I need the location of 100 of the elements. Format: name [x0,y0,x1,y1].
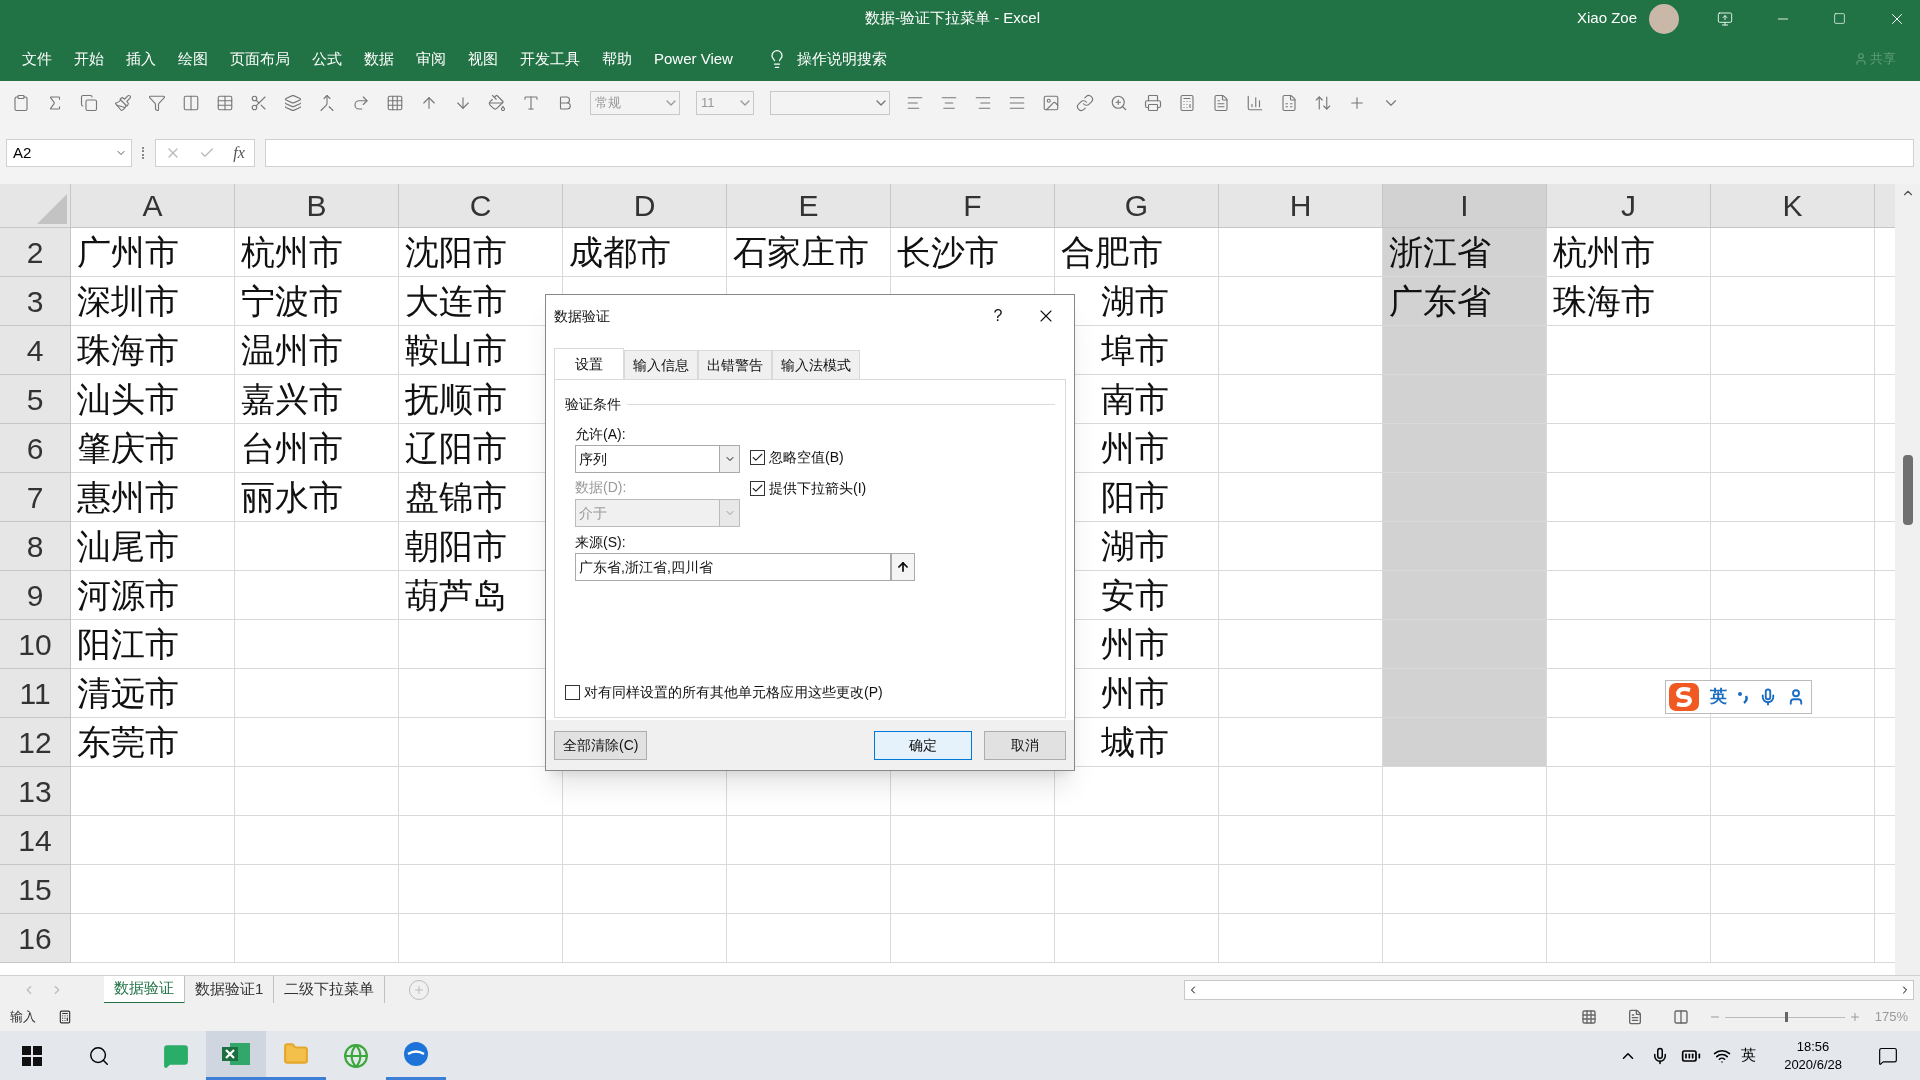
horizontal-scrollbar[interactable] [1184,979,1914,1000]
scroll-thumb[interactable] [1902,455,1913,525]
normal-view-icon[interactable] [1580,1009,1597,1025]
table-cell[interactable] [235,522,399,571]
column-header[interactable]: B [235,184,399,228]
table-cell[interactable] [1711,424,1875,473]
dialog-tab[interactable]: 输入法模式 [772,350,860,379]
table-cell[interactable] [71,865,235,914]
add-icon[interactable] [1348,94,1366,112]
table-cell[interactable] [891,865,1055,914]
table-cell[interactable] [727,816,891,865]
table-cell[interactable] [1547,375,1711,424]
table-cell[interactable]: 肇庆市 [71,424,235,473]
notification-icon[interactable] [1878,1045,1898,1066]
ribbon-tab[interactable]: 数据 [364,47,394,71]
table-cell[interactable] [235,620,399,669]
ribbon-tab[interactable]: 开始 [74,47,104,71]
column-header[interactable]: D [563,184,727,228]
table-cell[interactable]: 河源市 [71,571,235,620]
table-cell[interactable] [399,816,563,865]
table-cell[interactable] [1383,620,1547,669]
table-cell[interactable]: 温州市 [235,326,399,375]
table-cell[interactable] [1383,522,1547,571]
table-cell[interactable] [399,914,563,963]
copy-icon[interactable] [80,94,98,112]
table-cell[interactable] [563,865,727,914]
search-icon[interactable] [88,1044,110,1067]
table-cell[interactable] [1547,326,1711,375]
row-header[interactable]: 8 [0,522,71,571]
document-icon[interactable] [1212,94,1230,112]
table-cell[interactable] [1383,767,1547,816]
select-all-icon[interactable] [37,194,67,224]
font-color-icon[interactable] [522,94,540,112]
ribbon-tab[interactable]: 开发工具 [520,47,580,71]
ribbon-tab[interactable]: 页面布局 [230,47,290,71]
zoom-slider[interactable] [1724,1010,1845,1024]
table-cell[interactable]: 丽水市 [235,473,399,522]
zoom-thumb[interactable] [1784,1012,1788,1022]
avatar[interactable] [1649,3,1679,34]
table-cell[interactable]: 嘉兴市 [235,375,399,424]
table-cell[interactable] [1055,865,1219,914]
table-cell[interactable] [1711,277,1875,326]
table-cell[interactable]: 清远市 [71,669,235,718]
ribbon-tab[interactable]: 公式 [312,47,342,71]
table-cell[interactable]: 阳江市 [71,620,235,669]
style-dropdown[interactable] [770,91,890,115]
columns-icon[interactable] [182,94,200,112]
table-cell[interactable]: 惠州市 [71,473,235,522]
dialog-button[interactable]: 取消 [984,730,1066,760]
align-left-icon[interactable] [906,94,924,112]
chart-icon[interactable] [1246,94,1264,112]
row-header[interactable]: 11 [0,669,71,718]
table-cell[interactable] [235,816,399,865]
dialog-tab[interactable]: 输入信息 [624,350,698,379]
table-cell[interactable] [1711,571,1875,620]
scissors-icon[interactable] [250,94,268,112]
more-icon[interactable] [142,147,145,159]
checkbox[interactable] [565,685,580,700]
ribbon-tab[interactable]: 审阅 [416,47,446,71]
table-cell[interactable] [1383,473,1547,522]
table-cell[interactable] [71,914,235,963]
column-header[interactable] [1875,184,1895,228]
row-header[interactable]: 13 [0,767,71,816]
dialog-tab[interactable]: 设置 [554,348,624,380]
table-cell[interactable] [1547,914,1711,963]
folder-icon[interactable] [283,1041,309,1067]
table-cell[interactable] [1383,865,1547,914]
column-header[interactable]: F [891,184,1055,228]
merge-icon[interactable] [318,94,336,112]
link-icon[interactable] [1076,94,1094,112]
table-cell[interactable] [891,816,1055,865]
filter-icon[interactable] [148,94,166,112]
column-header[interactable]: J [1547,184,1711,228]
row-header[interactable]: 5 [0,375,71,424]
table-cell[interactable] [1711,914,1875,963]
table-cell[interactable] [727,914,891,963]
table-cell[interactable] [1711,620,1875,669]
table-cell[interactable] [1711,375,1875,424]
align-justify-icon[interactable] [1008,94,1026,112]
fill-color-icon[interactable] [488,94,506,112]
table-cell[interactable] [235,767,399,816]
table-cell[interactable] [1547,571,1711,620]
brush-icon[interactable] [114,94,132,112]
table-cell[interactable] [1547,816,1711,865]
table-cell[interactable] [1383,816,1547,865]
help-button[interactable]: ? [978,304,1018,328]
table-icon[interactable] [216,94,234,112]
dialog-button[interactable]: 确定 [874,730,972,760]
table-cell[interactable] [235,669,399,718]
spreadsheet-app-icon[interactable] [222,1041,250,1067]
clock-date[interactable]: 2020/6/28 [1784,1055,1842,1074]
table-cell[interactable]: 宁波市 [235,277,399,326]
allow-dropdown[interactable]: 序列 [575,445,740,473]
row-header[interactable]: 15 [0,865,71,914]
user-icon[interactable] [1787,688,1805,706]
browser-icon[interactable] [343,1042,369,1069]
table-cell[interactable] [563,914,727,963]
row-header[interactable]: 7 [0,473,71,522]
zoom-in-icon[interactable] [1848,1011,1861,1023]
column-header[interactable]: A [71,184,235,228]
